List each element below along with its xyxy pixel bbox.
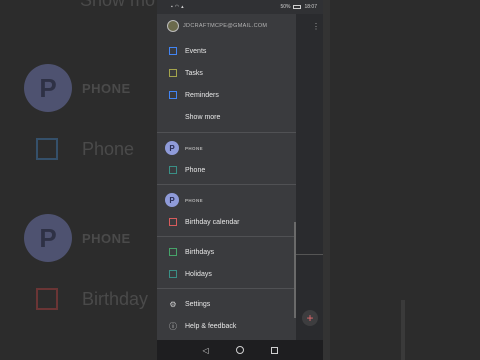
calendar-item-events[interactable]: Events [157,41,296,61]
calendar-item-phone[interactable]: Phone [157,160,296,180]
bg-check-label: Birthday [82,288,149,309]
calendar-main-peek[interactable] [296,14,323,340]
calendar-item-reminders[interactable]: Reminders [157,85,296,105]
home-circle-icon[interactable] [235,346,244,354]
calendar-item-label: Birthday calendar [185,218,240,226]
clock: 18:07 [304,4,317,10]
birthday-calendar-checkbox[interactable] [169,218,177,226]
status-icons-left: ▪ ◠ ▴ [171,4,184,10]
phone-checkbox[interactable] [169,166,177,174]
drawer-scrollbar[interactable] [294,222,296,318]
divider [157,132,296,133]
reminders-checkbox[interactable] [169,91,177,99]
help-icon: ⓘ [169,321,177,331]
gear-icon: ⚙ [169,299,177,309]
bg-section-label: PHONE [82,80,131,96]
section-avatar: P [165,141,179,155]
overflow-menu-icon[interactable]: ⋮ [312,22,320,31]
calendar-item-label: Holidays [185,270,212,278]
bg-section-row: P PHONE [24,64,131,112]
section-avatar: P [165,193,179,207]
back-triangle-icon[interactable]: ◁ [202,346,208,355]
bg-avatar: P [24,64,72,112]
calendar-item-label: Tasks [185,69,203,77]
section-title: PHONE [185,197,204,203]
tasks-checkbox[interactable] [169,69,177,77]
show-more-button[interactable]: Show more [157,107,296,127]
bg-scroll-indicator [401,300,405,360]
bg-check-row: Birthday [24,288,148,310]
account-header[interactable]: JDCRAFTMCPE@GMAIL.COM [167,20,267,32]
divider [157,236,296,237]
birthdays-checkbox[interactable] [169,248,177,256]
calendar-item-label: Birthdays [185,248,215,256]
battery-icon [293,5,302,9]
settings-label: Settings [185,300,211,308]
calendar-item-label: Phone [185,166,206,174]
account-avatar [167,20,179,32]
help-label: Help & feedback [185,322,237,330]
bg-check-row: Phone [24,138,134,160]
calendar-item-label: Events [185,47,207,55]
peek-divider [296,254,323,255]
calendar-item-birthday-calendar[interactable]: Birthday calendar [157,212,296,232]
divider [157,184,296,185]
calendar-item-tasks[interactable]: Tasks [157,63,296,83]
bg-checkbox [36,288,58,310]
bg-avatar: P [24,214,72,262]
bg-section-label: PHONE [82,230,131,246]
calendar-item-holidays[interactable]: Holidays [157,264,296,284]
status-bar: ▪ ◠ ▴ 50% 18:07 [157,0,323,14]
phone-screen: ▪ ◠ ▴ 50% 18:07 ⋮ + JDCRAFTMCPE@GMAIL.CO… [157,0,323,360]
show-more-label: Show more [185,113,221,121]
notification-icon: ▪ [171,4,173,10]
holidays-checkbox[interactable] [169,270,177,278]
events-checkbox[interactable] [169,47,177,55]
status-icons-right: 50% 18:07 [280,4,317,10]
wifi-icon: ◠ [174,4,180,10]
bg-checkbox [36,138,58,160]
add-event-fab[interactable]: + [302,310,318,326]
bg-show-more: Show mo [80,0,156,10]
help-feedback-button[interactable]: ⓘ Help & feedback [157,316,296,336]
bg-check-label: Phone [82,138,135,159]
section-title: PHONE [185,145,204,151]
signal-icon: ▴ [181,4,184,10]
navigation-drawer: JDCRAFTMCPE@GMAIL.COM Events Tasks Remin… [157,14,296,340]
phone-section-header: P PHONE [165,193,203,207]
recents-square-icon[interactable] [270,346,278,354]
settings-button[interactable]: ⚙ Settings [157,294,296,314]
bg-section-row: P PHONE [24,214,131,262]
phone-section-header: P PHONE [165,141,203,155]
battery-percent: 50% [280,4,291,10]
system-nav-bar: ◁ [157,340,323,360]
divider [157,288,296,289]
calendar-item-birthdays[interactable]: Birthdays [157,242,296,262]
account-email: JDCRAFTMCPE@GMAIL.COM [183,23,268,29]
calendar-item-label: Reminders [185,91,219,99]
